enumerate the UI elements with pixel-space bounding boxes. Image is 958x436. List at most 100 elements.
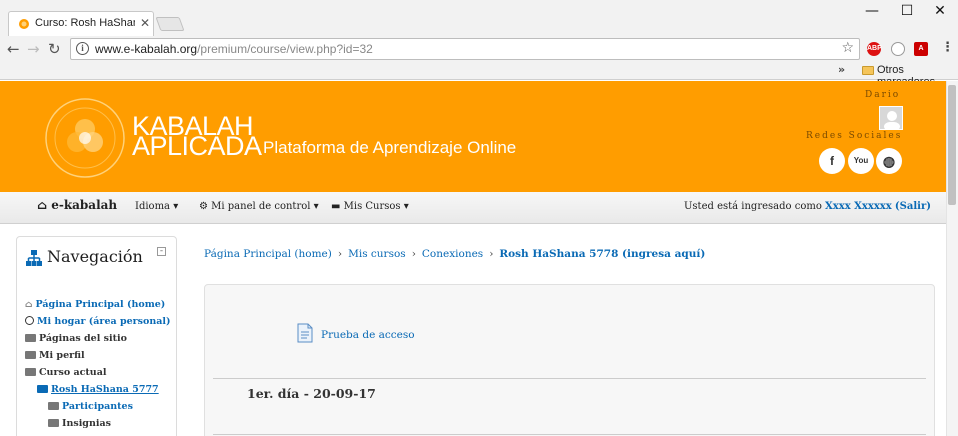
folder-icon: [48, 402, 59, 410]
url-path: /premium/course/view.php?id=32: [197, 42, 373, 56]
nav-item-label: Mi hogar (área personal): [37, 316, 171, 327]
home-brand-link[interactable]: ⌂ e-kabalah: [37, 198, 117, 212]
youtube-icon[interactable]: You: [848, 148, 874, 174]
reload-icon[interactable]: ↻: [48, 40, 61, 58]
site-favicon-icon: [19, 19, 29, 29]
course-content: Prueba de acceso 1er. día - 20-09-17: [204, 284, 935, 436]
close-tab-icon[interactable]: ✕: [140, 16, 150, 30]
navigation-block: Navegación - ⌂ Página Principal (home) Mi…: [16, 236, 177, 436]
home-icon: ⌂: [37, 198, 48, 212]
language-menu[interactable]: Idioma ▾: [135, 201, 178, 212]
pdf-extension-icon[interactable]: A: [914, 42, 928, 56]
page-viewport: KABALAH APLICADA Plataforma de Aprendiza…: [0, 81, 958, 436]
close-window-icon[interactable]: ✕: [930, 3, 950, 19]
user-silhouette-icon: [884, 111, 900, 129]
globe-icon[interactable]: ◍: [876, 148, 902, 174]
address-bar[interactable]: i www.e-kabalah.org/premium/course/view.…: [70, 38, 860, 60]
url-text[interactable]: www.e-kabalah.org/premium/course/view.ph…: [95, 42, 373, 56]
section-title: 1er. día - 20-09-17: [247, 386, 376, 401]
breadcrumb-home[interactable]: Página Principal (home): [204, 248, 332, 260]
circle-icon: [25, 316, 34, 325]
maximize-icon[interactable]: ☐: [897, 3, 917, 19]
home-icon: ⌂: [25, 300, 33, 310]
new-tab-button[interactable]: [155, 17, 185, 31]
browser-toolbar: ← → ↻ i www.e-kabalah.org/premium/course…: [0, 36, 958, 62]
folder-icon: [25, 351, 36, 359]
tab-title: Curso: Rosh HaShana 57: [35, 17, 135, 29]
facebook-icon[interactable]: f: [819, 148, 845, 174]
breadcrumb: Página Principal (home) › Mis cursos › Conex…: [204, 248, 705, 260]
dashboard-icon: ⚙: [199, 201, 208, 212]
folder-icon: [862, 66, 874, 75]
breadcrumb-separator: ›: [337, 248, 343, 260]
site-header: KABALAH APLICADA Plataforma de Aprendiza…: [0, 81, 946, 192]
nav-item-my-profile[interactable]: Mi perfil: [25, 350, 85, 361]
nav-item-label: Páginas del sitio: [39, 333, 127, 344]
browser-tab[interactable]: Curso: Rosh HaShana 57 ✕: [8, 11, 154, 36]
my-courses-menu[interactable]: ▬ Mis Cursos ▾: [331, 201, 409, 212]
nav-item-label: Insignias: [62, 418, 111, 429]
dashboard-menu-label: Mi panel de control: [211, 201, 311, 212]
nav-item-label: Mi perfil: [39, 350, 85, 361]
adblock-icon[interactable]: ABP: [867, 42, 882, 56]
info-icon[interactable]: i: [76, 42, 89, 55]
document-icon: [297, 323, 313, 343]
caret-down-icon: ▾: [313, 201, 319, 212]
nav-item-label: Página Principal (home): [35, 299, 166, 310]
back-arrow-icon[interactable]: ←: [7, 40, 20, 58]
breadcrumb-current-course[interactable]: Rosh HaShana 5778 (ingresa aquí): [499, 248, 705, 260]
collapse-icon[interactable]: -: [157, 247, 166, 256]
section-divider: [213, 378, 926, 379]
kabalah-logo-icon[interactable]: [44, 97, 126, 179]
activity-link[interactable]: Prueba de acceso: [321, 329, 415, 341]
forward-arrow-icon[interactable]: →: [27, 40, 40, 58]
briefcase-icon: ▬: [331, 201, 341, 212]
scrollbar-thumb[interactable]: [948, 85, 956, 205]
login-info: Usted está ingresado como Xxxx Xxxxxx (S…: [684, 201, 931, 212]
breadcrumb-separator: ›: [411, 248, 416, 260]
folder-icon: [25, 334, 36, 342]
minimize-icon[interactable]: —: [862, 3, 882, 19]
nav-item-badges[interactable]: Insignias: [48, 418, 111, 429]
logout-link[interactable]: (Salir): [895, 201, 931, 212]
main-navbar: ⌂ e-kabalah Idioma ▾ ⚙ Mi panel de contr…: [0, 192, 946, 224]
bookmarks-bar: » Otros marcadores: [0, 62, 958, 88]
caret-down-icon: ▾: [403, 201, 409, 212]
nav-item-label: Rosh HaShana 5777: [51, 384, 159, 395]
site-tagline: Plataforma de Aprendizaje Online: [263, 138, 517, 157]
tab-strip: Curso: Rosh HaShana 57 ✕ — ☐ ✕: [0, 0, 958, 36]
nav-item-my-home[interactable]: Mi hogar (área personal): [25, 316, 171, 327]
language-menu-label: Idioma: [135, 201, 171, 212]
home-brand-label: e-kabalah: [51, 198, 118, 212]
brand-name-line2: APLICADA: [132, 131, 262, 161]
nav-item-course[interactable]: Rosh HaShana 5777: [37, 384, 159, 395]
nav-item-current-course[interactable]: Curso actual: [25, 367, 106, 378]
breadcrumb-separator: ›: [489, 248, 494, 260]
breadcrumb-category[interactable]: Conexiones: [422, 248, 483, 260]
open-folder-icon: [37, 385, 48, 393]
login-prefix: Usted está ingresado como: [684, 201, 822, 212]
profile-link[interactable]: Xxxx Xxxxxx: [825, 201, 892, 212]
sitemap-icon: [26, 250, 42, 266]
breadcrumb-my-courses[interactable]: Mis cursos: [348, 248, 406, 260]
caret-down-icon: ▾: [173, 201, 179, 212]
browser-menu-icon[interactable]: ⋮: [941, 40, 954, 55]
nav-item-home[interactable]: ⌂ Página Principal (home): [25, 299, 165, 310]
open-folder-icon: [25, 368, 36, 376]
nav-item-label: Participantes: [62, 401, 133, 412]
nav-item-participants[interactable]: Participantes: [48, 401, 133, 412]
url-host: www.e-kabalah.org: [95, 42, 198, 56]
my-courses-menu-label: Mis Cursos: [343, 201, 401, 212]
section-divider: [213, 434, 926, 435]
social-networks-label: Redes Sociales: [806, 131, 903, 141]
avatar[interactable]: [879, 106, 903, 130]
nav-item-site-pages[interactable]: Páginas del sitio: [25, 333, 127, 344]
bookmarks-overflow-icon[interactable]: »: [838, 63, 845, 76]
block-title: Navegación: [47, 247, 143, 266]
extension-icon[interactable]: [891, 42, 905, 56]
user-name: Dario: [865, 90, 901, 100]
dashboard-menu[interactable]: ⚙ Mi panel de control ▾: [199, 201, 319, 212]
folder-icon: [48, 419, 59, 427]
bookmark-star-icon[interactable]: ☆: [841, 40, 854, 56]
nav-item-label: Curso actual: [39, 367, 107, 378]
